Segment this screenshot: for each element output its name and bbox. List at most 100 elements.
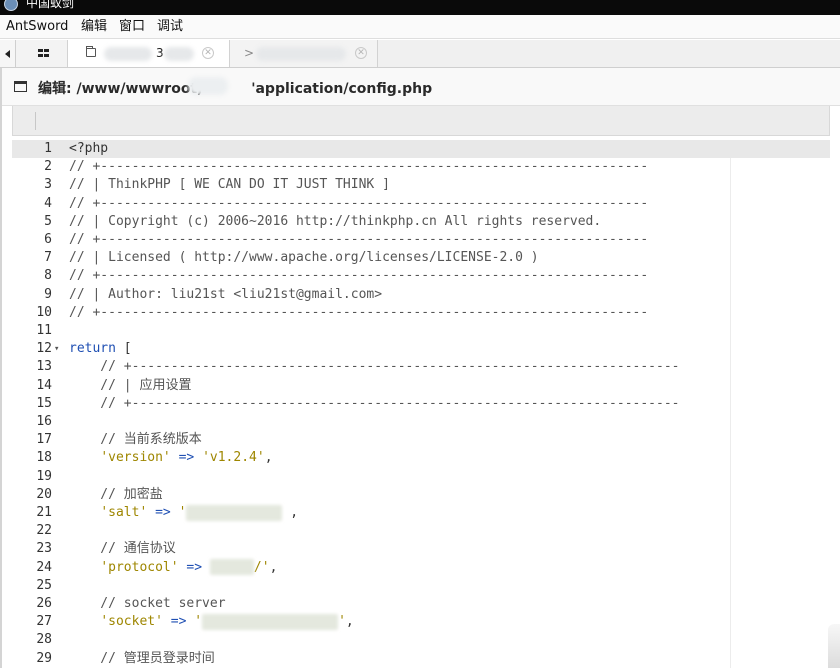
line-number: 7: [44, 250, 52, 266]
line-number: 13: [36, 359, 52, 375]
code-line[interactable]: 14 // | 应用设置: [12, 377, 830, 395]
code-line[interactable]: 8 // +-----------------------------------…: [12, 267, 830, 285]
code-text: // | Author: liu21st <liu21st@gmail.com>: [69, 286, 383, 302]
tab-editor-label: >: [244, 46, 255, 60]
scrollbar[interactable]: [828, 624, 840, 668]
folder-icon: [86, 46, 96, 57]
code-line[interactable]: 28: [12, 631, 830, 649]
line-number: 10: [36, 304, 52, 320]
code-text: 'version' => 'v1.2.4',: [100, 450, 273, 466]
window-icon: [14, 81, 27, 92]
code-line[interactable]: 10 // +----------------------------------…: [12, 304, 830, 322]
code-text: 'salt' => ' ,: [100, 504, 299, 521]
code-line[interactable]: 11: [12, 322, 830, 340]
code-text: // +------------------------------------…: [69, 304, 649, 320]
grid-icon: [38, 49, 49, 57]
line-number: 28: [36, 632, 52, 648]
code-text: // | Copyright (c) 2006~2016 http://thin…: [69, 213, 602, 229]
line-number: 16: [36, 414, 52, 429]
code-text: // +------------------------------------…: [69, 359, 680, 375]
line-number: 5: [44, 213, 52, 229]
code-text: 'socket' => ' ',: [100, 613, 354, 630]
line-number: 14: [36, 377, 52, 393]
line-number: 20: [36, 486, 52, 502]
tab-editor[interactable]: > ✕: [230, 40, 378, 67]
line-number: 4: [44, 195, 52, 211]
code-line[interactable]: 29 // 管理员登录时间: [12, 650, 830, 668]
code-text: // +------------------------------------…: [69, 395, 680, 411]
tab-bar: 3 ✕ > ✕: [0, 40, 840, 68]
code-line[interactable]: 1 <?php: [12, 140, 830, 159]
code-text: // +------------------------------------…: [69, 268, 649, 284]
line-number: 27: [36, 614, 52, 630]
redacted-text: [164, 47, 194, 61]
code-line[interactable]: 16: [12, 413, 830, 431]
code-text: // 管理员登录时间: [69, 650, 215, 666]
window-title: 中国蚁剑: [26, 0, 75, 10]
menu-antsword[interactable]: AntSword: [6, 19, 68, 35]
code-text: // | 应用设置: [69, 377, 192, 393]
redacted-value: [209, 559, 254, 576]
code-line[interactable]: 15 // +---------------------------------…: [12, 395, 830, 413]
close-icon[interactable]: ✕: [202, 47, 214, 59]
tab-home[interactable]: [16, 40, 68, 67]
code-text: // 通信协议: [69, 541, 176, 557]
code-line[interactable]: 25: [12, 577, 830, 595]
code-line[interactable]: 17 // 当前系统版本: [12, 431, 830, 449]
line-number: 6: [44, 232, 52, 247]
code-text: // +------------------------------------…: [69, 232, 649, 247]
code-line[interactable]: 19: [12, 468, 830, 486]
redacted-text: [256, 47, 346, 61]
line-number: 29: [36, 650, 52, 666]
code-text: // 当前系统版本: [69, 432, 202, 448]
code-line[interactable]: 13 // +---------------------------------…: [12, 358, 830, 376]
code-line[interactable]: 21 'salt' => ' ,: [12, 504, 830, 522]
code-line[interactable]: 20 // 加密盐: [12, 486, 830, 504]
panel-header: 编辑: /www/wwwroot, 'application/config.ph…: [2, 68, 840, 106]
code-line[interactable]: 5 // | Copyright (c) 2006~2016 http://thi…: [12, 213, 830, 231]
tab-file-manager[interactable]: 3 ✕: [68, 40, 230, 67]
close-icon[interactable]: ✕: [355, 47, 367, 59]
tab-scroll-left-button[interactable]: [0, 40, 16, 67]
line-number: 18: [36, 450, 52, 466]
line-number: 11: [36, 323, 52, 338]
code-line[interactable]: 9 // | Author: liu21st <liu21st@gmail.com…: [12, 286, 830, 304]
code-line[interactable]: 7 // | Licensed ( http://www.apache.org/l…: [12, 249, 830, 267]
line-number: 8: [44, 268, 52, 284]
code-text: // | ThinkPHP [ WE CAN DO IT JUST THINK …: [69, 177, 390, 193]
panel-title: 编辑: /www/wwwroot, 'application/config.ph…: [38, 81, 433, 97]
code-text: <?php: [69, 141, 109, 156]
editor-toolbar: [12, 106, 830, 136]
code-line[interactable]: 12 ▾ return [: [12, 340, 830, 358]
line-number: 9: [44, 286, 52, 302]
code-line[interactable]: 2 // +-----------------------------------…: [12, 158, 830, 176]
code-line[interactable]: 23 // 通信协议: [12, 540, 830, 558]
code-line[interactable]: 26 // socket server: [12, 595, 830, 613]
line-number: 3: [44, 177, 52, 193]
redacted-value: [202, 613, 339, 630]
code-line[interactable]: 24 'protocol' => /',: [12, 559, 830, 577]
line-number: 26: [36, 596, 52, 611]
code-text: // 加密盐: [69, 486, 163, 502]
code-text: // +------------------------------------…: [69, 159, 649, 175]
code-line[interactable]: 27 'socket' => ' ',: [12, 613, 830, 631]
code-editor[interactable]: 1 <?php 2 // +-----------------------------…: [12, 140, 830, 668]
code-line[interactable]: 4 // +-----------------------------------…: [12, 195, 830, 213]
line-number: 23: [36, 541, 52, 557]
menu-window[interactable]: 窗口: [119, 19, 145, 35]
line-number: 24: [36, 559, 52, 575]
line-number: 15: [36, 395, 52, 411]
menu-edit[interactable]: 编辑: [81, 19, 107, 35]
line-number: 19: [36, 468, 52, 484]
line-number: 12: [36, 341, 52, 357]
code-text: // +------------------------------------…: [69, 195, 649, 211]
code-line[interactable]: 22: [12, 522, 830, 540]
code-line[interactable]: 18 'version' => 'v1.2.4',: [12, 449, 830, 467]
fold-toggle-icon[interactable]: ▾: [54, 340, 59, 358]
code-line[interactable]: 3 // | ThinkPHP [ WE CAN DO IT JUST THINK…: [12, 176, 830, 194]
code-line[interactable]: 6 // +-----------------------------------…: [12, 231, 830, 249]
menu-bar: AntSword 编辑 窗口 调试: [0, 15, 840, 39]
menu-debug[interactable]: 调试: [157, 19, 183, 35]
redacted-path: [188, 77, 228, 95]
code-text: 'protocol' => /',: [100, 559, 278, 576]
